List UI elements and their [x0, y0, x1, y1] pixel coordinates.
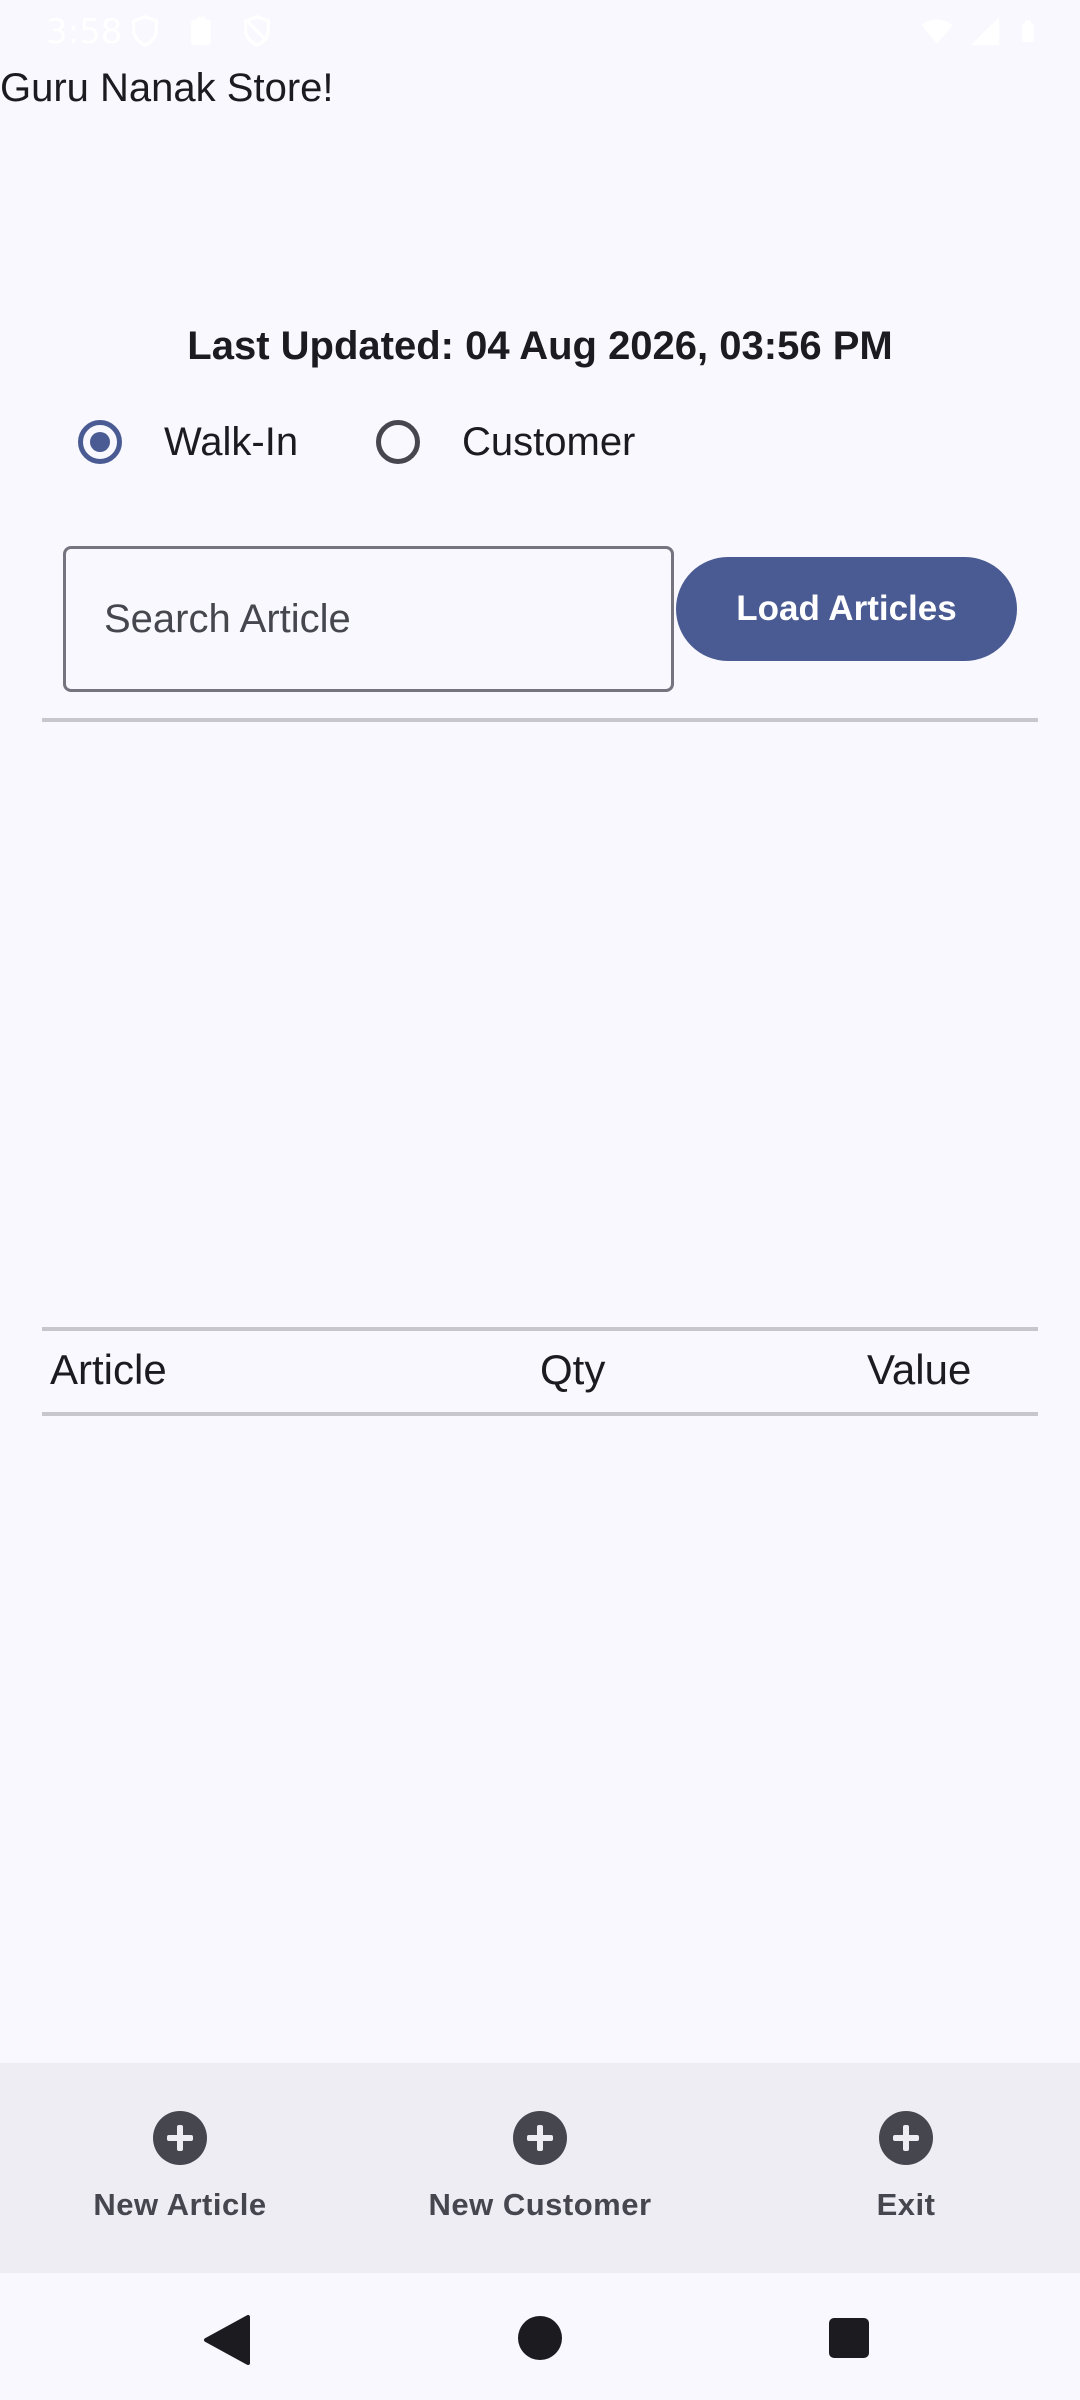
app-title: Guru Nanak Store!	[0, 66, 334, 110]
walk-in-radio-label: Walk-In	[164, 419, 299, 464]
divider	[42, 1327, 1038, 1331]
back-icon[interactable]	[200, 2313, 254, 2367]
new-customer-button[interactable]: New Customer	[360, 2063, 720, 2273]
cart-table-header: Article Qty Value	[42, 1334, 1038, 1414]
battery-icon	[1022, 20, 1034, 42]
signal-icon	[970, 16, 1000, 46]
shield-icon	[131, 15, 159, 48]
cart-table-body	[42, 1416, 1038, 2056]
status-bar: 3:58	[0, 0, 1080, 62]
add-circle-icon	[879, 2111, 933, 2165]
column-header-qty: Qty	[540, 1346, 606, 1393]
nav-label: Exit	[876, 2187, 936, 2222]
search-article-input[interactable]	[63, 546, 674, 692]
customer-radio[interactable]: Customer	[376, 410, 635, 474]
column-header-value: Value	[867, 1346, 972, 1393]
customer-radio-label: Customer	[462, 419, 636, 464]
add-circle-icon	[153, 2111, 207, 2165]
article-search-results	[42, 722, 1038, 1326]
wifi-icon	[921, 19, 953, 44]
shield-icon	[243, 15, 271, 48]
recents-icon[interactable]	[828, 2317, 870, 2359]
radio-checked-icon	[78, 420, 122, 464]
status-time: 3:58	[46, 12, 123, 52]
exit-button[interactable]: Exit	[726, 2063, 1080, 2273]
home-icon[interactable]	[517, 2315, 563, 2361]
system-navigation-bar	[0, 2273, 1080, 2400]
last-updated-text: Last Updated: 04 Aug 2026, 03:56 PM	[187, 324, 893, 368]
nav-label: New Article	[93, 2187, 267, 2222]
load-articles-button[interactable]: Load Articles	[676, 557, 1017, 661]
status-notification-icons	[128, 14, 274, 48]
status-system-icons	[920, 14, 1040, 48]
new-article-button[interactable]: New Article	[0, 2063, 360, 2273]
nav-label: New Customer	[428, 2187, 652, 2222]
radio-unchecked-icon	[376, 420, 420, 464]
bottom-navigation: New Article New Customer Exit	[0, 2063, 1080, 2273]
add-circle-icon	[513, 2111, 567, 2165]
column-header-article: Article	[50, 1346, 167, 1393]
walk-in-radio[interactable]: Walk-In	[78, 410, 298, 474]
clipboard-icon	[191, 16, 211, 46]
